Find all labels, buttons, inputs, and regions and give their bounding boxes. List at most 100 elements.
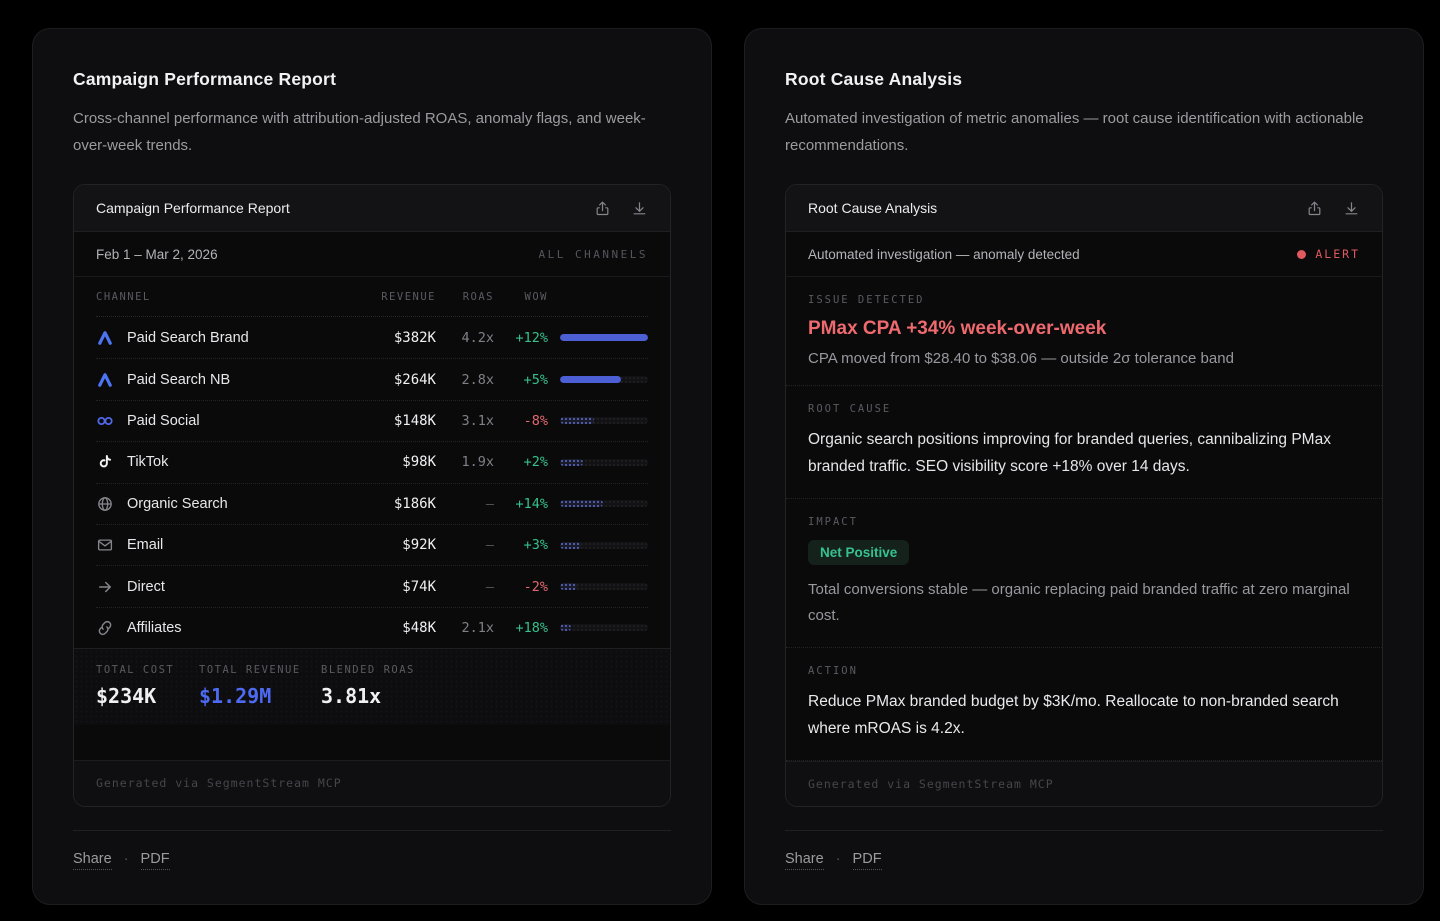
table-row: TikTok $98K 1.9x +2% bbox=[96, 441, 648, 482]
alert-dot-icon bbox=[1297, 250, 1306, 259]
channel-name: Direct bbox=[127, 579, 364, 595]
panel-header: Root Cause Analysis bbox=[786, 185, 1382, 232]
revenue-bar bbox=[560, 334, 648, 341]
channel-name: Affiliates bbox=[127, 620, 364, 636]
roas-value: 1.9x bbox=[436, 454, 494, 470]
total-value: 3.81x bbox=[321, 684, 415, 708]
alert-badge: ALERT bbox=[1297, 247, 1360, 261]
date-range: Feb 1 – Mar 2, 2026 bbox=[96, 247, 218, 262]
action-section: ACTION Reduce PMax branded budget by $3K… bbox=[786, 648, 1382, 761]
alert-label: ALERT bbox=[1315, 247, 1360, 261]
revenue-value: $48K bbox=[364, 620, 436, 636]
revenue-bar bbox=[560, 376, 648, 383]
channel-icon bbox=[96, 329, 114, 347]
channel-icon bbox=[96, 371, 114, 389]
root-cause-label: ROOT CAUSE bbox=[808, 403, 1360, 415]
total-label: TOTAL REVENUE bbox=[199, 664, 321, 676]
download-icon[interactable] bbox=[1343, 200, 1360, 217]
table-row: Paid Search Brand $382K 4.2x +12% bbox=[96, 317, 648, 358]
channel-icon bbox=[96, 536, 114, 554]
card-links: Share · PDF bbox=[785, 830, 1383, 870]
wow-value: +3% bbox=[494, 537, 548, 553]
revenue-value: $186K bbox=[364, 496, 436, 512]
roas-value: 3.1x bbox=[436, 413, 494, 429]
channel-icon bbox=[96, 412, 114, 430]
panel-title: Campaign Performance Report bbox=[96, 200, 290, 216]
table-row: Email $92K — +3% bbox=[96, 524, 648, 565]
wow-value: +2% bbox=[494, 454, 548, 470]
share-link[interactable]: Share bbox=[785, 851, 824, 870]
col-revenue: REVENUE bbox=[364, 291, 436, 303]
total-value: $1.29M bbox=[199, 684, 321, 708]
revenue-bar bbox=[560, 500, 648, 507]
card-title: Campaign Performance Report bbox=[73, 69, 671, 90]
card-title: Root Cause Analysis bbox=[785, 69, 1383, 90]
panel-header: Campaign Performance Report bbox=[74, 185, 670, 232]
channel-name: Paid Social bbox=[127, 413, 364, 429]
scope-label: ALL CHANNELS bbox=[539, 248, 648, 261]
revenue-bar bbox=[560, 624, 648, 631]
totals-band: TOTAL COST $234K TOTAL REVENUE $1.29M BL… bbox=[74, 648, 670, 725]
share-icon[interactable] bbox=[594, 200, 611, 217]
panel-footer: Generated via SegmentStream MCP bbox=[786, 761, 1382, 807]
card-subtitle: Automated investigation of metric anomal… bbox=[785, 105, 1383, 159]
roas-value: — bbox=[436, 496, 494, 512]
issue-headline: PMax CPA +34% week-over-week bbox=[808, 318, 1360, 340]
wow-value: +18% bbox=[494, 620, 548, 636]
table-header: CHANNEL REVENUE ROAS WOW bbox=[96, 277, 648, 317]
impact-text: Total conversions stable — organic repla… bbox=[808, 577, 1360, 629]
campaign-report-panel: Campaign Performance Report Feb 1 – Mar … bbox=[73, 184, 671, 807]
total-label: TOTAL COST bbox=[96, 664, 199, 676]
pdf-link[interactable]: PDF bbox=[141, 851, 170, 870]
action-label: ACTION bbox=[808, 665, 1360, 677]
col-wow: WOW bbox=[494, 291, 548, 303]
wow-value: +12% bbox=[494, 330, 548, 346]
channel-name: Paid Search Brand bbox=[127, 330, 364, 346]
impact-label: IMPACT bbox=[808, 516, 1360, 528]
pdf-link[interactable]: PDF bbox=[853, 851, 882, 870]
root-cause-section: ROOT CAUSE Organic search positions impr… bbox=[786, 386, 1382, 499]
status-row: Automated investigation — anomaly detect… bbox=[786, 232, 1382, 277]
channel-table: CHANNEL REVENUE ROAS WOW Paid Search Bra… bbox=[74, 277, 670, 648]
action-text: Reduce PMax branded budget by $3K/mo. Re… bbox=[808, 689, 1360, 742]
revenue-bar bbox=[560, 542, 648, 549]
wow-value: -8% bbox=[494, 413, 548, 429]
revenue-value: $264K bbox=[364, 372, 436, 388]
channel-name: Paid Search NB bbox=[127, 372, 364, 388]
panel-actions bbox=[594, 200, 648, 217]
link-separator: · bbox=[124, 851, 129, 867]
roas-value: 4.2x bbox=[436, 330, 494, 346]
download-icon[interactable] bbox=[631, 200, 648, 217]
issue-label: ISSUE DETECTED bbox=[808, 294, 1360, 306]
total-metric: TOTAL REVENUE $1.29M bbox=[199, 664, 321, 708]
panel-footer: Generated via SegmentStream MCP bbox=[74, 760, 670, 806]
status-text: Automated investigation — anomaly detect… bbox=[808, 247, 1080, 262]
total-value: $234K bbox=[96, 684, 199, 708]
report-meta-row: Feb 1 – Mar 2, 2026 ALL CHANNELS bbox=[74, 232, 670, 277]
roas-value: — bbox=[436, 579, 494, 595]
col-roas: ROAS bbox=[436, 291, 494, 303]
root-cause-card: Root Cause Analysis Automated investigat… bbox=[744, 28, 1424, 905]
table-row: Paid Search NB $264K 2.8x +5% bbox=[96, 358, 648, 399]
roas-value: — bbox=[436, 537, 494, 553]
panel-actions bbox=[1306, 200, 1360, 217]
total-label: BLENDED ROAS bbox=[321, 664, 415, 676]
wow-value: +5% bbox=[494, 372, 548, 388]
wow-value: -2% bbox=[494, 579, 548, 595]
channel-icon bbox=[96, 453, 114, 471]
revenue-bar bbox=[560, 459, 648, 466]
channel-icon bbox=[96, 578, 114, 596]
share-link[interactable]: Share bbox=[73, 851, 112, 870]
channel-name: Email bbox=[127, 537, 364, 553]
revenue-value: $98K bbox=[364, 454, 436, 470]
share-icon[interactable] bbox=[1306, 200, 1323, 217]
channel-name: Organic Search bbox=[127, 496, 364, 512]
revenue-bar bbox=[560, 417, 648, 424]
channel-icon bbox=[96, 495, 114, 513]
roas-value: 2.1x bbox=[436, 620, 494, 636]
roas-value: 2.8x bbox=[436, 372, 494, 388]
card-subtitle: Cross-channel performance with attributi… bbox=[73, 105, 671, 159]
issue-section: ISSUE DETECTED PMax CPA +34% week-over-w… bbox=[786, 277, 1382, 386]
card-links: Share · PDF bbox=[73, 830, 671, 870]
table-row: Affiliates $48K 2.1x +18% bbox=[96, 607, 648, 648]
